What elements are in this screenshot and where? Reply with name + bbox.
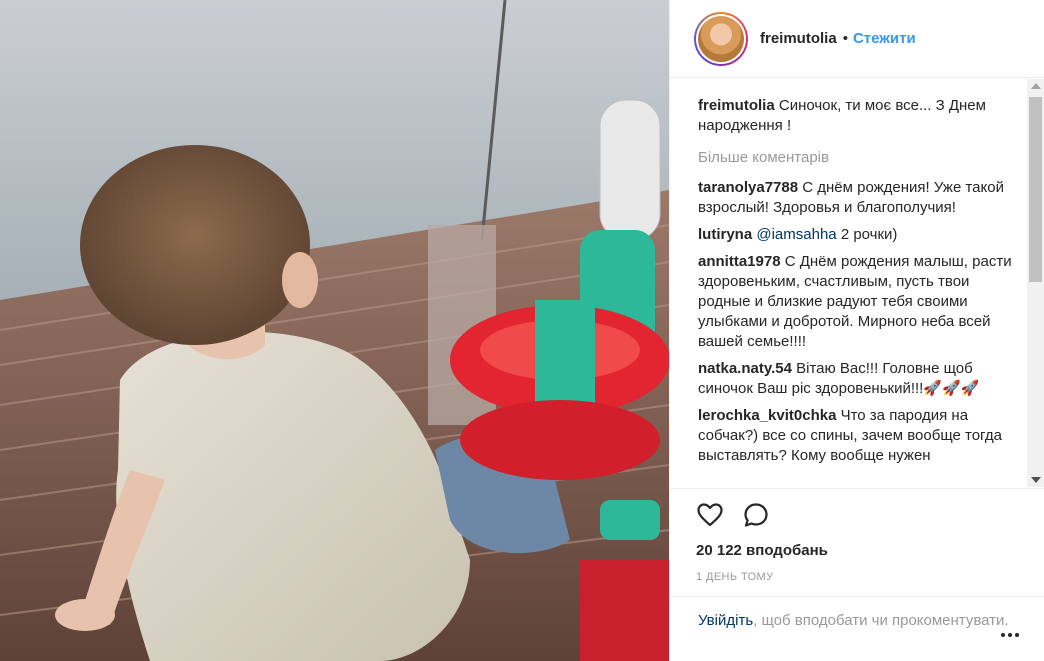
login-link[interactable]: Увійдіть xyxy=(698,612,753,629)
avatar-image xyxy=(698,15,744,62)
more-options-icon[interactable] xyxy=(1001,633,1019,637)
comment-username-link[interactable]: lutiryna xyxy=(698,226,752,243)
comment-mention-link[interactable]: @iamsahha xyxy=(756,226,836,243)
comment-item: lerochka_kvit0chka Что за пародия на соб… xyxy=(698,406,1021,466)
comment-text: 2 рочки) xyxy=(840,226,898,243)
header-username-link[interactable]: freimutolia xyxy=(760,30,837,47)
post-header: freimutolia • Стежити xyxy=(670,0,1044,78)
login-prompt: Увійдіть, щоб вподобати чи прокоментуват… xyxy=(670,596,1044,661)
comment-item: lutiryna @iamsahha 2 рочки) xyxy=(698,225,1021,245)
comment-username-link[interactable]: natka.naty.54 xyxy=(698,360,792,377)
heart-icon[interactable] xyxy=(696,501,724,529)
header-separator: • xyxy=(842,30,848,47)
action-icons xyxy=(696,489,1019,541)
comment-item: annitta1978 С Днём рождения малыш, расти… xyxy=(698,252,1021,352)
comment-username-link[interactable]: lerochka_kvit0chka xyxy=(698,407,836,424)
comment-item: taranolya7788 С днём рождения! Уже такой… xyxy=(698,178,1021,218)
caption-username-link[interactable]: freimutolia xyxy=(698,97,775,114)
post-actions: 20 122 вподобань 1 ДЕНЬ ТОМУ xyxy=(670,488,1044,583)
photo-illustration xyxy=(0,0,669,661)
post-sidebar: freimutolia • Стежити freimutolia Синочо… xyxy=(669,0,1044,661)
comments-list[interactable]: freimutolia Синочок, ти моє все... З Дне… xyxy=(670,79,1044,487)
comment-username-link[interactable]: annitta1978 xyxy=(698,253,781,270)
scroll-down-arrow-icon[interactable] xyxy=(1031,477,1041,483)
scrollbar-thumb[interactable] xyxy=(1029,97,1042,282)
post-photo[interactable] xyxy=(0,0,669,661)
comments-scrollbar[interactable] xyxy=(1027,79,1044,487)
load-more-comments-button[interactable]: Більше коментарів xyxy=(698,148,1021,168)
comment-item: natka.naty.54 Вітаю Вас!!! Головне щоб с… xyxy=(698,359,1021,399)
follow-button[interactable]: Стежити xyxy=(853,30,916,47)
comment-icon[interactable] xyxy=(742,501,770,529)
avatar[interactable] xyxy=(694,11,748,66)
login-prompt-text: , щоб вподобати чи прокоментувати. xyxy=(753,612,1009,629)
scroll-up-arrow-icon[interactable] xyxy=(1031,83,1041,89)
post-timestamp[interactable]: 1 ДЕНЬ ТОМУ xyxy=(696,571,1019,583)
comment-username-link[interactable]: taranolya7788 xyxy=(698,179,798,196)
caption: freimutolia Синочок, ти моє все... З Дне… xyxy=(698,96,1021,136)
likes-count[interactable]: 20 122 вподобань xyxy=(696,542,1019,559)
